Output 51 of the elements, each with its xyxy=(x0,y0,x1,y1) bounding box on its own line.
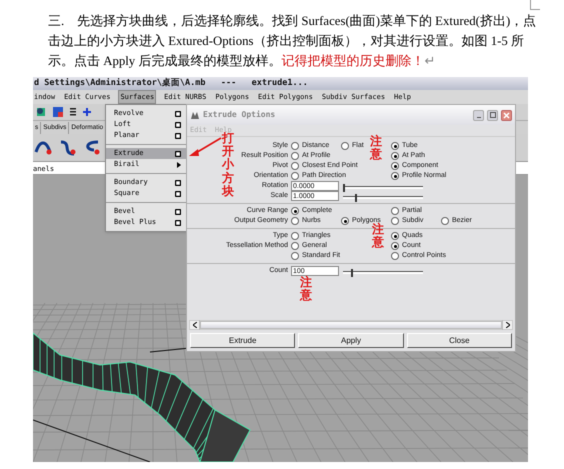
option-box-icon[interactable] xyxy=(175,190,181,196)
option-box-icon[interactable] xyxy=(175,110,181,116)
radio-button[interactable] xyxy=(291,152,299,160)
window-title: d Settings\Administrator\桌面\A.mb --- extrude1... xyxy=(33,77,528,90)
dialog-button[interactable]: Apply xyxy=(298,333,404,348)
dialog-button[interactable]: Close xyxy=(406,333,512,348)
option-box-icon[interactable] xyxy=(175,122,181,128)
dialog-title: Extrude Options xyxy=(203,109,276,121)
annotation-text: 注意 xyxy=(300,276,312,302)
radio-button[interactable] xyxy=(341,142,349,150)
instruction-paragraph: 三. 先选择方块曲线，后选择轮廓线。找到 Surfaces(曲面)菜单下的 Extured(挤出)，点击边上的小方块进入 Extured-Options（挤出控制面板），对其进行设置。如图 1-5 所示。点击 Apply 后完成最终的模型放样。记得把模型的历史删除！↵ xyxy=(48,13,538,70)
maximize-button[interactable] xyxy=(487,110,498,120)
arrow xyxy=(188,135,222,159)
radio-button[interactable] xyxy=(291,207,299,215)
radio-button[interactable] xyxy=(341,217,349,225)
option-box-icon[interactable] xyxy=(175,132,181,138)
dialog-button[interactable]: Extrude xyxy=(190,333,296,348)
paint-tool-icon[interactable] xyxy=(35,106,47,118)
annotation-text: 注意 xyxy=(370,135,382,162)
curve-tool-icon[interactable] xyxy=(58,138,78,158)
close-icon xyxy=(503,112,510,118)
option-box-icon[interactable] xyxy=(175,220,181,226)
close-button[interactable] xyxy=(501,110,512,120)
radio-button[interactable] xyxy=(291,252,299,260)
radio-button[interactable] xyxy=(391,232,399,240)
radio-button[interactable] xyxy=(391,162,399,170)
radio-button[interactable] xyxy=(291,217,299,225)
radio-button[interactable] xyxy=(291,162,299,170)
radio-button[interactable] xyxy=(391,242,399,250)
annotation-text: 打开小方块 xyxy=(222,132,234,198)
select-tool-icon[interactable] xyxy=(52,106,64,118)
radio-button[interactable] xyxy=(391,142,399,150)
option-box-icon[interactable] xyxy=(175,150,181,156)
radio-button[interactable] xyxy=(391,252,399,260)
radio-button[interactable] xyxy=(391,207,399,215)
radio-button[interactable] xyxy=(391,172,399,180)
radio-button[interactable] xyxy=(291,172,299,180)
radio-button[interactable] xyxy=(291,242,299,250)
list-icon[interactable] xyxy=(69,106,77,118)
horizontal-scrollbar[interactable] xyxy=(189,320,513,330)
minimize-button[interactable] xyxy=(473,110,484,120)
radio-button[interactable] xyxy=(391,152,399,160)
radio-button[interactable] xyxy=(391,217,399,225)
option-box-icon[interactable] xyxy=(175,180,181,186)
annotation-text: 注意 xyxy=(372,223,384,250)
radio-button[interactable] xyxy=(441,217,449,225)
option-box-icon[interactable] xyxy=(175,208,181,214)
radio-button[interactable] xyxy=(291,142,299,150)
submenu-arrow-icon xyxy=(177,162,181,168)
plus-icon[interactable] xyxy=(82,106,92,118)
radio-button[interactable] xyxy=(291,232,299,240)
